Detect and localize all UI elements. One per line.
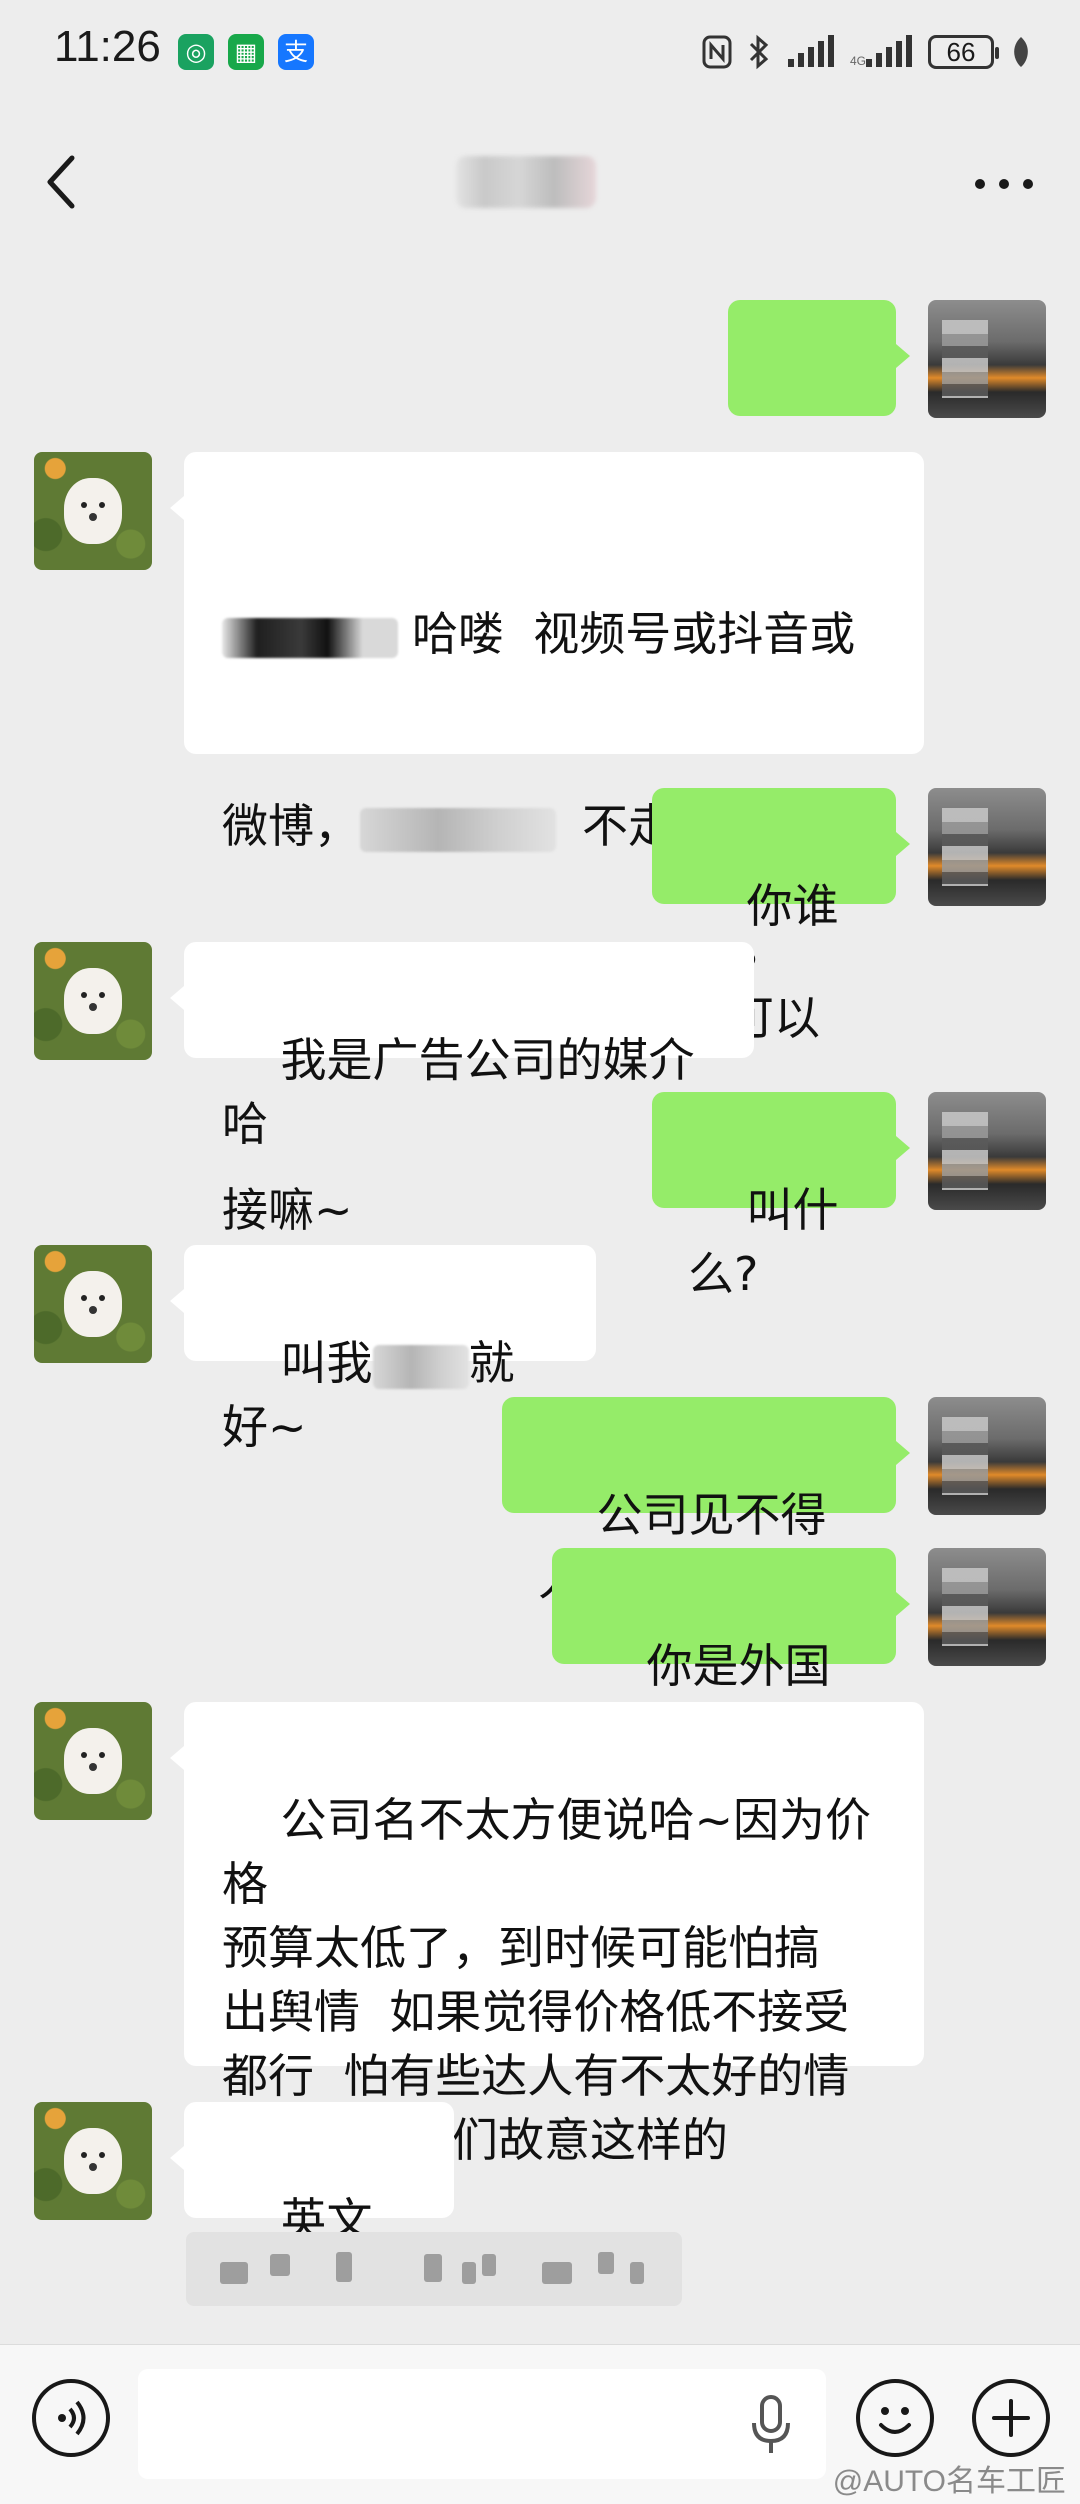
- app-green-square-icon: ▦: [228, 34, 264, 70]
- message-bubble-incoming[interactable]: 我是广告公司的媒介哈: [170, 942, 754, 1151]
- voice-icon: [58, 2400, 86, 2436]
- avatar-contact[interactable]: [34, 1245, 152, 1363]
- message-bubble-incoming[interactable]: 叫我 就好~: [170, 1245, 596, 1454]
- avatar-self[interactable]: [928, 1548, 1046, 1666]
- emoji-button[interactable]: [856, 2379, 934, 2457]
- leaf-icon: [1014, 37, 1028, 67]
- message-text-part: 哈喽 视频号或抖音或: [412, 607, 856, 661]
- app-green-circle-icon: ◎: [178, 34, 214, 70]
- redacted-text: [222, 617, 398, 658]
- battery-icon: 66: [928, 35, 999, 69]
- voice-input-button[interactable]: [32, 2379, 110, 2457]
- smiley-icon: [879, 2407, 911, 2434]
- message-bubble-outgoing[interactable]: 你好: [728, 300, 910, 509]
- message-text-part: 微博，: [222, 799, 360, 853]
- watermark: @AUTO名车工匠: [832, 2465, 1066, 2498]
- chat-header: [0, 104, 1080, 268]
- avatar-self[interactable]: [928, 1397, 1046, 1515]
- avatar-contact[interactable]: [34, 942, 152, 1060]
- alipay-icon: 支: [278, 34, 314, 70]
- redacted-message: [186, 2232, 682, 2306]
- message-bubble-incoming[interactable]: 公司名不太方便说哈~因为价格 预算太低了，到时候可能怕搞 出舆情 如果觉得价格低…: [170, 1702, 924, 2167]
- plus-icon: [992, 2399, 1030, 2437]
- status-time: 11:26: [54, 22, 161, 71]
- signal-1-icon: [788, 35, 834, 67]
- svg-text:4G: 4G: [850, 54, 866, 68]
- avatar-contact[interactable]: [34, 452, 152, 570]
- add-attachment-button[interactable]: [972, 2379, 1050, 2457]
- avatar-self[interactable]: [928, 1092, 1046, 1210]
- more-dots-icon: [975, 179, 1033, 189]
- message-bubble-outgoing[interactable]: 叫什么?: [652, 1092, 910, 1301]
- avatar-self[interactable]: [928, 788, 1046, 906]
- avatar-contact[interactable]: [34, 2102, 152, 2220]
- more-options-button[interactable]: [964, 162, 1044, 206]
- back-button[interactable]: [30, 142, 100, 222]
- chevron-left-icon: [47, 155, 75, 209]
- message-bubble-outgoing[interactable]: 你谁啊?: [652, 788, 910, 997]
- microphone-icon[interactable]: [746, 2393, 796, 2457]
- message-bubble-incoming[interactable]: 英文名哈: [170, 2102, 454, 2311]
- message-bubble-incoming[interactable]: 哈喽 视频号或抖音或 微博，不走平台， 我们供视频直发，几百块可以 接嘛~: [170, 452, 924, 1237]
- nfc-icon: [702, 35, 732, 69]
- chat-title-redacted: [456, 156, 596, 208]
- redacted-text: [372, 1344, 469, 1389]
- message-bubble-outgoing[interactable]: 公司见不得人?: [502, 1397, 910, 1606]
- status-bar: 11:26 ◎ ▦ 支 4G 66: [0, 0, 1080, 104]
- message-input[interactable]: [138, 2369, 826, 2479]
- redacted-text: [360, 807, 556, 852]
- avatar-contact[interactable]: [34, 1702, 152, 1820]
- bluetooth-icon: [749, 34, 769, 70]
- signal-2-icon: 4G: [850, 35, 912, 68]
- message-text-part: 叫我: [280, 1336, 373, 1390]
- status-indicators: 4G 66: [702, 28, 1032, 76]
- message-line: 哈喽 视频号或抖音或: [222, 602, 886, 666]
- message-bubble-outgoing[interactable]: 你是外国人?: [552, 1548, 910, 1757]
- avatar-self[interactable]: [928, 300, 1046, 418]
- chat-screen: 11:26 ◎ ▦ 支 4G 66 哈喽 视频号或抖音或 微博， 接嘛~ 你谁 …: [0, 0, 1080, 2504]
